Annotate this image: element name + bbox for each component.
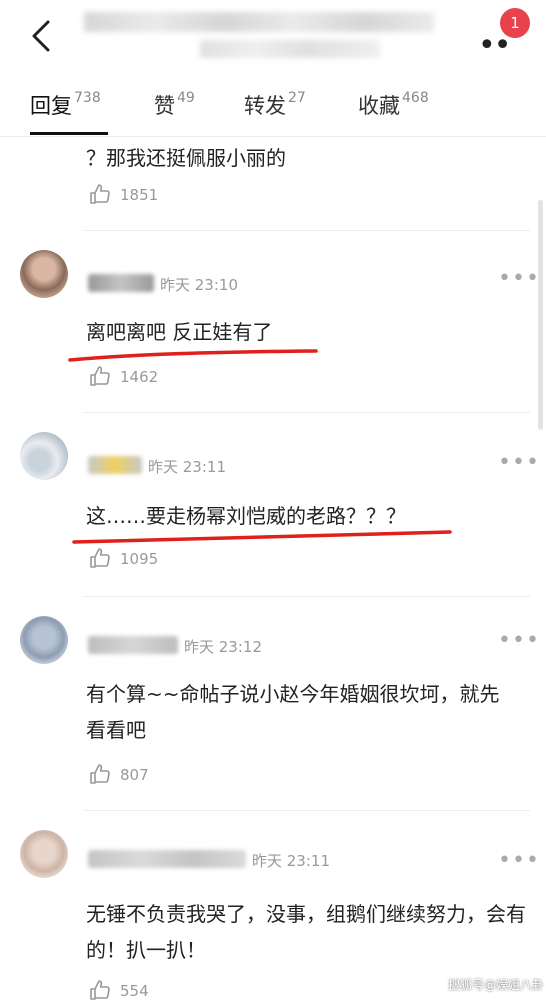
tab-bar: 回复 738 赞 49 转发 27 收藏 468 xyxy=(0,72,546,137)
tab-likes[interactable]: 赞 49 xyxy=(154,90,195,120)
comment-text: ？那我还挺佩服小丽的 xyxy=(86,146,286,170)
tab-label: 赞 xyxy=(154,94,175,118)
comment-time: 昨天 23:11 xyxy=(252,852,330,870)
like-count: 1095 xyxy=(120,550,159,568)
tab-label: 回复 xyxy=(30,94,72,118)
blurred-username[interactable] xyxy=(88,274,154,292)
avatar[interactable] xyxy=(20,616,68,664)
tab-label: 收藏 xyxy=(358,94,400,118)
blurred-username[interactable] xyxy=(88,636,178,654)
like-button[interactable]: 554 xyxy=(88,978,208,1002)
thumbs-up-icon xyxy=(90,548,110,568)
divider xyxy=(84,412,530,413)
tab-count: 468 xyxy=(402,90,429,106)
tab-label: 转发 xyxy=(244,94,286,118)
like-count: 807 xyxy=(120,766,149,784)
avatar[interactable] xyxy=(20,830,68,878)
avatar[interactable] xyxy=(20,432,68,480)
like-button[interactable]: 1095 xyxy=(88,546,208,570)
comment-more-icon[interactable]: ••• xyxy=(498,628,540,653)
like-button[interactable]: 1851 xyxy=(88,182,208,206)
comment-more-icon[interactable]: ••• xyxy=(498,266,540,291)
like-count: 554 xyxy=(120,982,149,1000)
scrollbar[interactable] xyxy=(538,200,543,430)
active-tab-indicator xyxy=(30,132,108,135)
blurred-username[interactable] xyxy=(88,850,246,868)
tab-count: 49 xyxy=(177,90,195,106)
avatar[interactable] xyxy=(20,250,68,298)
tab-count: 27 xyxy=(288,90,306,106)
tab-reposts[interactable]: 转发 27 xyxy=(244,90,306,120)
tab-replies[interactable]: 回复 738 xyxy=(30,90,101,120)
divider xyxy=(84,230,530,231)
thumbs-up-icon xyxy=(90,366,110,386)
like-button[interactable]: 1462 xyxy=(88,364,208,388)
like-count: 1851 xyxy=(120,186,159,204)
comment-text: 有个算~~命帖子说小赵今年婚姻很坎坷，就先看看吧 xyxy=(86,682,500,742)
comment-more-icon[interactable]: ••• xyxy=(498,848,540,873)
watermark: 搜狐号@娱姐八卦 xyxy=(448,978,545,992)
tab-favorites[interactable]: 收藏 468 xyxy=(358,90,429,120)
tab-count: 738 xyxy=(74,90,101,106)
top-bar: •• 1 xyxy=(0,0,546,72)
like-button[interactable]: 807 xyxy=(88,762,208,786)
thumbs-up-icon xyxy=(90,980,110,1000)
blurred-subtitle xyxy=(200,40,380,58)
divider xyxy=(84,596,530,597)
back-arrow-icon[interactable] xyxy=(22,16,62,56)
thumbs-up-icon xyxy=(90,184,110,204)
comment-time: 昨天 23:12 xyxy=(184,638,262,656)
comment-text: 无锤不负责我哭了，没事，组鹅们继续努力，会有的！扒一扒！ xyxy=(86,902,526,962)
notification-badge: 1 xyxy=(500,8,530,38)
divider xyxy=(84,810,530,811)
like-count: 1462 xyxy=(120,368,159,386)
comment-time: 昨天 23:11 xyxy=(148,458,226,476)
blurred-username[interactable] xyxy=(88,456,142,474)
comment-time: 昨天 23:10 xyxy=(160,276,238,294)
comment-more-icon[interactable]: ••• xyxy=(498,450,540,475)
red-underline-annotation xyxy=(68,349,318,362)
thumbs-up-icon xyxy=(90,764,110,784)
blurred-title xyxy=(84,12,434,32)
